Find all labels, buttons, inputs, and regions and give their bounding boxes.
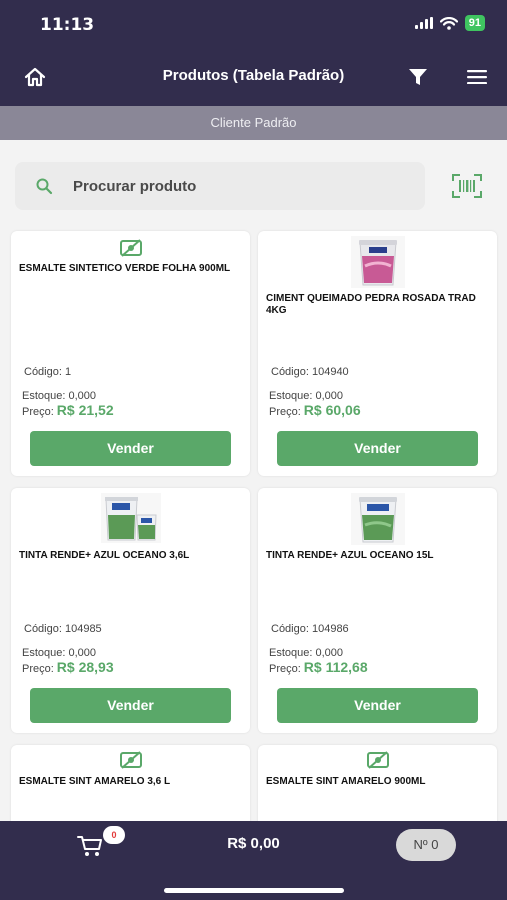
product-stock: Estoque: 0,000 xyxy=(269,647,344,659)
home-indicator xyxy=(164,888,344,893)
status-icons: 91 xyxy=(414,15,485,31)
product-stock: Estoque: 0,000 xyxy=(269,390,344,402)
no-image-icon xyxy=(366,751,389,769)
order-number-button[interactable]: Nº 0 xyxy=(396,829,456,861)
sell-button[interactable]: Vender xyxy=(30,688,231,723)
product-stock: Estoque: 0,000 xyxy=(22,390,97,402)
no-image-icon xyxy=(119,239,142,257)
status-time: 11:13 xyxy=(40,15,95,35)
product-price-row: Preço: R$ 28,93 xyxy=(22,659,114,675)
paint-cans-image xyxy=(100,493,161,543)
product-code: Código: 104986 xyxy=(271,623,349,635)
wifi-icon xyxy=(439,16,458,30)
product-price-row: Preço: R$ 60,06 xyxy=(269,402,361,418)
search-box[interactable] xyxy=(15,162,425,210)
sell-button[interactable]: Vender xyxy=(277,688,478,723)
product-price-row: Preço: R$ 21,52 xyxy=(22,402,114,418)
product-price: R$ 21,52 xyxy=(56,402,114,418)
price-label: Preço: xyxy=(269,406,301,418)
product-price: R$ 60,06 xyxy=(303,402,361,418)
product-name: ESMALTE SINT AMARELO 3,6 L xyxy=(19,776,171,787)
signal-icon xyxy=(414,17,433,29)
product-name: TINTA RENDE+ AZUL OCEANO 3,6L xyxy=(19,550,190,561)
sell-button[interactable]: Vender xyxy=(30,431,231,466)
product-image xyxy=(11,493,250,543)
product-price: R$ 112,68 xyxy=(303,659,368,675)
battery-indicator: 91 xyxy=(464,15,485,31)
bottom-bar: 0 R$ 0,00 Nº 0 xyxy=(0,821,507,900)
price-label: Preço: xyxy=(22,406,54,418)
no-image-icon xyxy=(119,751,142,769)
product-image xyxy=(11,751,250,769)
product-code: Código: 104985 xyxy=(24,623,102,635)
product-card: TINTA RENDE+ AZUL OCEANO 3,6L Código: 10… xyxy=(11,488,250,733)
product-code: Código: 104940 xyxy=(271,366,349,378)
client-label: Cliente Padrão xyxy=(0,106,507,140)
app-header: 11:13 91 Produtos (Tabela Padrão) xyxy=(0,0,507,106)
product-image xyxy=(258,751,497,769)
product-card: CIMENT QUEIMADO PEDRA ROSADA TRAD 4KG Có… xyxy=(258,231,497,476)
barcode-scanner-icon[interactable] xyxy=(452,173,482,199)
product-name: CIMENT QUEIMADO PEDRA ROSADA TRAD 4KG xyxy=(266,293,476,316)
sell-button[interactable]: Vender xyxy=(277,431,478,466)
product-image xyxy=(258,493,497,545)
page-title: Produtos (Tabela Padrão) xyxy=(162,67,345,84)
product-card: ESMALTE SINTETICO VERDE FOLHA 900ML Códi… xyxy=(11,231,250,476)
product-image xyxy=(11,239,250,257)
product-name: ESMALTE SINT AMARELO 900ML xyxy=(266,776,426,787)
paint-bucket-image xyxy=(350,236,405,288)
product-image xyxy=(258,236,497,288)
price-label: Preço: xyxy=(269,663,301,675)
paint-bucket-image xyxy=(350,493,405,545)
product-stock: Estoque: 0,000 xyxy=(22,647,97,659)
menu-icon[interactable] xyxy=(467,70,487,84)
filter-icon[interactable] xyxy=(408,68,428,86)
product-name: TINTA RENDE+ AZUL OCEANO 15L xyxy=(266,550,434,561)
price-label: Preço: xyxy=(22,663,54,675)
search-input[interactable] xyxy=(73,162,413,210)
product-price-row: Preço: R$ 112,68 xyxy=(269,659,368,675)
product-price: R$ 28,93 xyxy=(56,659,114,675)
search-icon xyxy=(36,178,53,195)
product-code: Código: 1 xyxy=(24,366,72,378)
product-card: TINTA RENDE+ AZUL OCEANO 15L Código: 104… xyxy=(258,488,497,733)
product-name: ESMALTE SINTETICO VERDE FOLHA 900ML xyxy=(19,263,231,274)
